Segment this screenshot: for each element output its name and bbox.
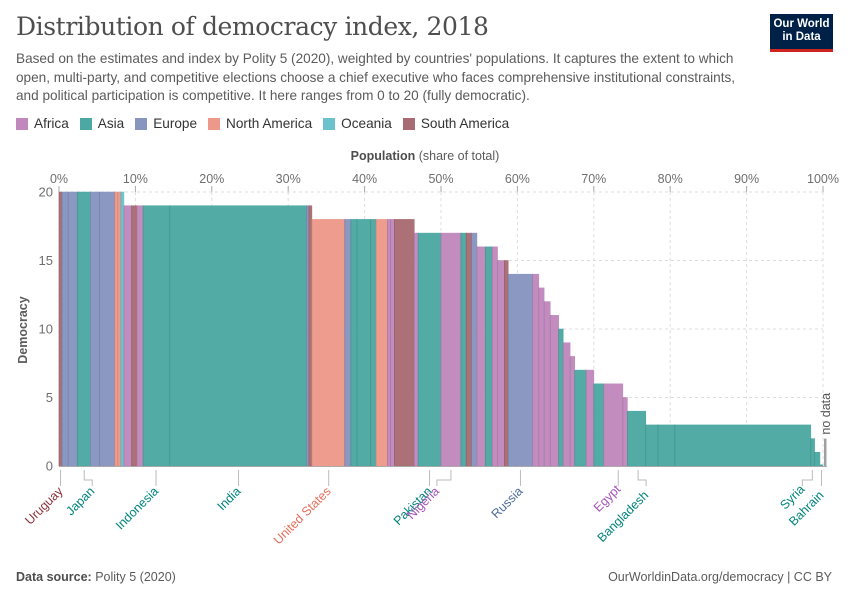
distribution-bar	[413, 232, 419, 467]
distribution-bar	[77, 191, 91, 467]
distribution-bar	[142, 205, 171, 467]
distribution-bar	[558, 328, 564, 467]
distribution-bar	[58, 191, 63, 467]
distribution-bar	[394, 219, 415, 467]
distribution-bar	[344, 219, 352, 467]
chart-plot: 0% 10% 20% 30% 40% 50% 60% 70% 80% 90% 100% 051015…	[16, 172, 839, 547]
country-label: Indonesia	[113, 484, 161, 532]
data-source-label: Data source:	[16, 570, 92, 584]
distribution-bar	[99, 191, 116, 467]
x-tick-label: 10%	[123, 172, 148, 186]
distribution-bar	[645, 424, 659, 467]
distribution-bar	[603, 383, 624, 467]
distribution-bar	[169, 205, 307, 467]
distribution-bar	[562, 342, 571, 467]
distribution-bar	[593, 383, 605, 467]
distribution-bar	[819, 464, 824, 467]
country-label: India	[215, 484, 244, 513]
y-tick-label: 15	[39, 253, 53, 268]
distribution-bar	[657, 424, 676, 467]
x-tick-label: 40%	[352, 172, 377, 186]
y-axis-title: Democracy	[16, 296, 30, 363]
distribution-bar	[814, 451, 821, 467]
distribution-bar	[370, 219, 377, 467]
distribution-bar	[311, 219, 346, 467]
distribution-bar	[543, 301, 551, 467]
no-data-segment: no data	[819, 393, 833, 466]
distribution-bar	[674, 424, 812, 467]
country-annotations: UruguayJapan Indonesia India United States P…	[22, 470, 827, 547]
distribution-bar	[627, 410, 647, 467]
x-tick-label: 80%	[658, 172, 683, 186]
distribution-bar	[308, 205, 313, 467]
distribution-bar	[504, 260, 509, 467]
distribution-bar	[120, 191, 125, 467]
annotation-leader	[801, 470, 813, 486]
distribution-bar	[440, 232, 462, 467]
distribution-bar	[574, 369, 587, 467]
distribution-bar	[471, 232, 478, 467]
distribution-bar	[485, 246, 493, 467]
annotation-leader	[637, 470, 647, 486]
annotation-leader	[436, 470, 452, 486]
distribution-bar	[375, 219, 388, 467]
y-tick-label: 5	[46, 390, 53, 405]
distribution-bar	[123, 205, 132, 467]
x-tick-label: 20%	[199, 172, 224, 186]
x-tick-label: 90%	[734, 172, 759, 186]
distribution-bar	[136, 205, 144, 467]
distribution-bar	[67, 191, 78, 467]
distribution-bar	[114, 191, 119, 467]
y-tick-label: 20	[39, 185, 53, 200]
country-label: Japan	[63, 484, 97, 518]
x-axis-ticks: 0% 10% 20% 30% 40% 50% 60% 70% 80% 90% 100%	[50, 172, 839, 186]
y-axis-ticks: 0 5 10 15 20	[39, 185, 53, 474]
distribution-bar	[465, 232, 472, 467]
distribution-bar	[356, 219, 372, 467]
distribution-bar	[350, 219, 358, 467]
distribution-bar	[417, 232, 442, 467]
distribution-bar	[622, 397, 628, 467]
distribution-bar	[387, 219, 391, 467]
distribution-bar	[460, 232, 467, 467]
distribution-bar	[390, 219, 395, 467]
annotation-leader	[83, 470, 93, 486]
country-label: Russia	[489, 484, 526, 521]
country-label: United States	[271, 484, 334, 547]
x-tick-label: 70%	[581, 172, 606, 186]
distribution-bar	[549, 314, 559, 467]
no-data-bar	[824, 438, 827, 466]
country-label: Uruguay	[22, 484, 66, 528]
distribution-bar	[532, 273, 540, 467]
distribution-bar	[585, 369, 595, 467]
x-tick-label: 30%	[276, 172, 301, 186]
distribution-bar	[538, 287, 545, 467]
distribution-bar	[497, 260, 505, 467]
distribution-bar	[491, 246, 498, 467]
y-tick-label: 0	[46, 459, 53, 474]
distribution-bar	[117, 191, 122, 467]
x-tick-label: 50%	[428, 172, 453, 186]
distribution-bar	[90, 191, 100, 467]
distribution-bars	[58, 191, 827, 467]
distribution-bar	[476, 246, 486, 467]
distribution-bar	[61, 191, 69, 467]
distribution-bar	[507, 273, 533, 467]
data-source-value: Polity 5 (2020)	[95, 570, 176, 584]
footer-link[interactable]: OurWorldinData.org/democracy | CC BY	[608, 570, 832, 584]
x-tick-label: 100%	[807, 172, 839, 186]
y-tick-label: 10	[39, 322, 53, 337]
no-data-label: no data	[819, 393, 833, 435]
distribution-bar	[810, 438, 815, 467]
distribution-bar	[569, 356, 576, 467]
x-tick-label: 60%	[505, 172, 530, 186]
data-source: Data source: Polity 5 (2020)	[16, 570, 176, 584]
distribution-bar	[131, 205, 138, 467]
